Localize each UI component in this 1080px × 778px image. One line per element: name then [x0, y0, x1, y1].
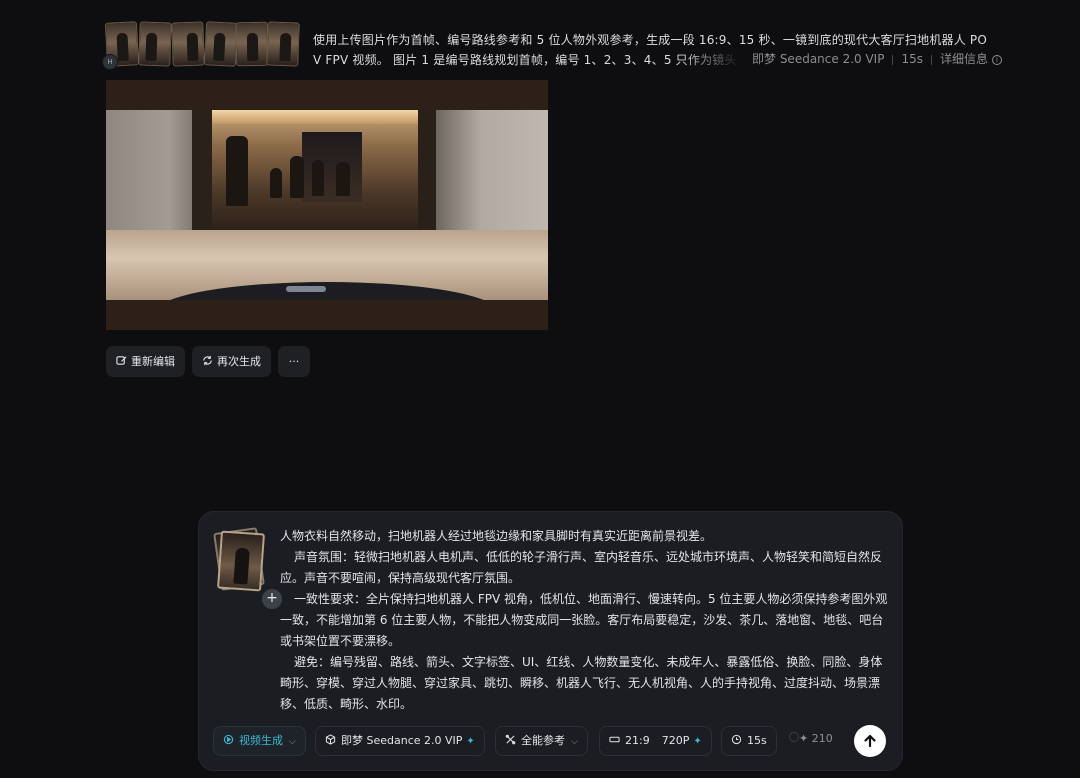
- credits-cost: ✦ 210: [799, 732, 833, 745]
- regenerate-label: 再次生成: [217, 355, 261, 368]
- reference-thumb[interactable]: [266, 21, 300, 67]
- prompt-paragraph: 声音氛围：轻微扫地机器人电机声、低低的轮子滑行声、室内轻音乐、远处城市环境声、人…: [280, 550, 883, 585]
- mode-selector[interactable]: 视频生成 ⌵: [213, 726, 306, 756]
- reedit-button[interactable]: 重新编辑: [106, 346, 185, 377]
- info-icon: i: [992, 54, 1002, 65]
- reference-thumb[interactable]: [203, 21, 239, 67]
- living-room-scene: [212, 110, 418, 230]
- clock-icon: [731, 734, 742, 745]
- divider: [892, 54, 894, 65]
- video-frame: [106, 110, 548, 300]
- duration-selector[interactable]: 15s: [721, 726, 777, 756]
- cube-icon: [325, 734, 336, 745]
- send-button[interactable]: [854, 725, 886, 757]
- prompt-textarea[interactable]: 人物衣料自然移动，扫地机器人经过地毯边缘和家具脚时有真实近距离前景视差。 声音氛…: [280, 526, 888, 716]
- more-button[interactable]: ···: [278, 346, 310, 377]
- reference-icon: [505, 734, 516, 745]
- format-selector[interactable]: 21:9 720P ✦: [599, 726, 712, 756]
- duration-label: 15s: [747, 734, 767, 747]
- edit-icon: [116, 356, 127, 365]
- prompt-composer: + 人物衣料自然移动，扫地机器人经过地毯边缘和家具脚时有真实近距离前景视差。 声…: [198, 511, 903, 771]
- generation-meta: 即梦 Seedance 2.0 VIP 15s 详细信息 i: [752, 50, 1002, 67]
- video-result[interactable]: [106, 80, 548, 330]
- more-icon: ···: [288, 355, 300, 368]
- reedit-label: 重新编辑: [131, 355, 175, 368]
- prompt-line-2: V FPV 视频。 图片 1 是编号路线规划首帧，编号 1、2、3、4、5 只作…: [313, 53, 737, 67]
- reference-thumb[interactable]: [138, 21, 172, 67]
- reference-mode-selector[interactable]: 全能参考 ⌵: [495, 726, 588, 756]
- duration-value: 15s: [901, 52, 923, 66]
- regenerate-button[interactable]: 再次生成: [192, 346, 271, 377]
- arrow-up-icon: [864, 734, 876, 748]
- ratio-label: 21:9: [625, 734, 650, 747]
- video-mode-icon: [223, 734, 234, 745]
- prompt-line-1: 使用上传图片作为首帧、编号路线参考和 5 位人物外观参考，生成一段 16:9、1…: [313, 33, 988, 47]
- model-name: 即梦 Seedance 2.0 VIP: [752, 52, 885, 66]
- chevron-down-icon: ⌵: [289, 737, 296, 747]
- settings-icon[interactable]: [789, 732, 799, 742]
- model-label: 即梦 Seedance 2.0 VIP: [341, 734, 463, 747]
- prompt-paragraph: 一致性要求：全片保持扫地机器人 FPV 视角，低机位、地面滑行、慢速转向。5 位…: [280, 592, 888, 648]
- mode-label: 视频生成: [239, 734, 283, 747]
- divider: [930, 54, 932, 65]
- chevron-down-icon: ⌵: [571, 737, 578, 747]
- reference-thumb[interactable]: [235, 21, 269, 67]
- reference-thumb[interactable]: [171, 21, 205, 67]
- composer-toolbar: 视频生成 ⌵ 即梦 Seedance 2.0 VIP ✦ 全能参考 ⌵ 21:9 720…: [213, 724, 893, 758]
- aspect-ratio-icon: [609, 736, 620, 743]
- sparkle-icon: ✦: [693, 736, 702, 747]
- model-selector[interactable]: 即梦 Seedance 2.0 VIP ✦: [315, 726, 485, 756]
- details-link[interactable]: 详细信息 i: [940, 52, 1002, 66]
- composer-reference-stack[interactable]: +: [213, 527, 284, 611]
- prompt-paragraph: 避免：编号残留、路线、箭头、文字标签、UI、红线、人物数量变化、未成年人、暴露低…: [280, 655, 883, 711]
- reference-thumbnails[interactable]: H: [102, 21, 300, 70]
- sparkle-icon: ✦: [466, 736, 475, 747]
- prompt-paragraph: 人物衣料自然移动，扫地机器人经过地毯边缘和家具脚时有真实近距离前景视差。: [280, 529, 713, 543]
- details-label: 详细信息: [939, 52, 988, 66]
- reference-count-badge: H: [102, 54, 118, 70]
- refresh-icon: [203, 355, 212, 366]
- reference-mode-label: 全能参考: [521, 734, 565, 747]
- resolution-label: 720P: [661, 734, 690, 747]
